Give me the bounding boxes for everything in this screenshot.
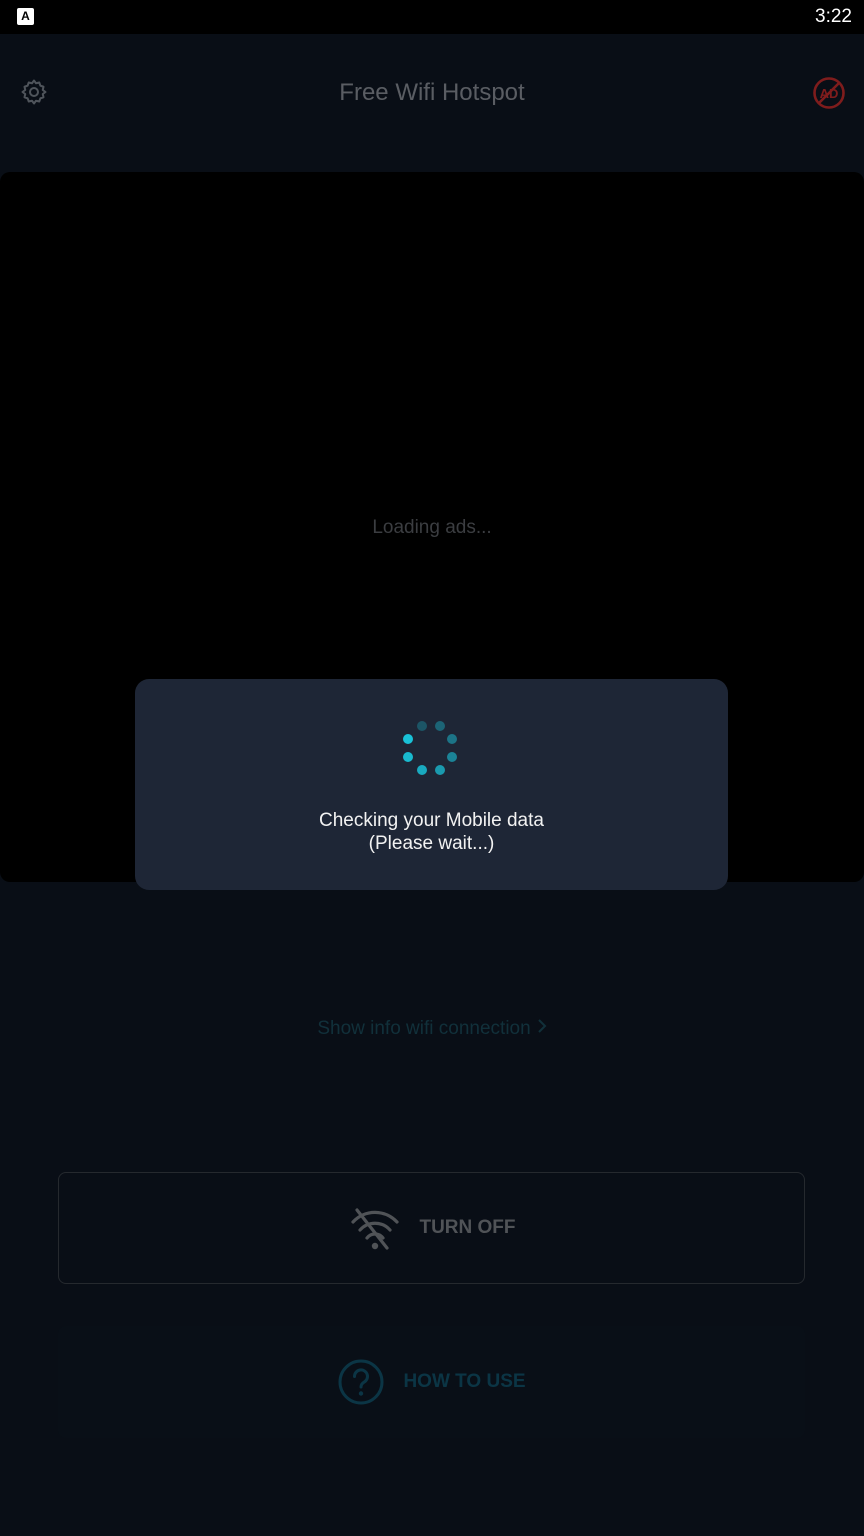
status-bar: A 3:22 <box>0 0 864 34</box>
turn-off-label: TURN OFF <box>419 1217 516 1238</box>
status-app-icon: A <box>17 8 34 25</box>
dialog-line-1: Checking your Mobile data <box>319 810 544 831</box>
show-info-wifi-label: Show info wifi connection <box>317 1018 531 1040</box>
how-to-use-label: HOW TO USE <box>403 1371 526 1392</box>
dialog-line-2: (Please wait...) <box>368 833 495 854</box>
chevron-right-icon <box>537 1016 547 1042</box>
app-bar: Free Wifi Hotspot AD <box>0 34 864 152</box>
ad-loading-text: Loading ads... <box>372 517 492 538</box>
loading-dialog: Checking your Mobile data (Please wait..… <box>135 679 728 890</box>
status-time: 3:22 <box>815 6 852 27</box>
show-info-wifi-link[interactable]: Show info wifi connection <box>0 1016 864 1042</box>
how-to-use-button[interactable]: HOW TO USE <box>58 1326 805 1438</box>
loading-spinner-icon <box>403 721 457 775</box>
wifi-off-icon <box>351 1208 400 1250</box>
dialog-message: Checking your Mobile data (Please wait..… <box>135 809 728 855</box>
no-ad-icon: AD <box>813 77 845 109</box>
turn-off-button[interactable]: TURN OFF <box>58 1172 805 1284</box>
question-circle-icon <box>338 1359 384 1405</box>
page-title: Free Wifi Hotspot <box>339 79 525 106</box>
app-screen: A 3:22 Free Wifi Hotspot AD Loading ads.… <box>0 0 864 1536</box>
remove-ads-button[interactable]: AD <box>810 74 848 112</box>
